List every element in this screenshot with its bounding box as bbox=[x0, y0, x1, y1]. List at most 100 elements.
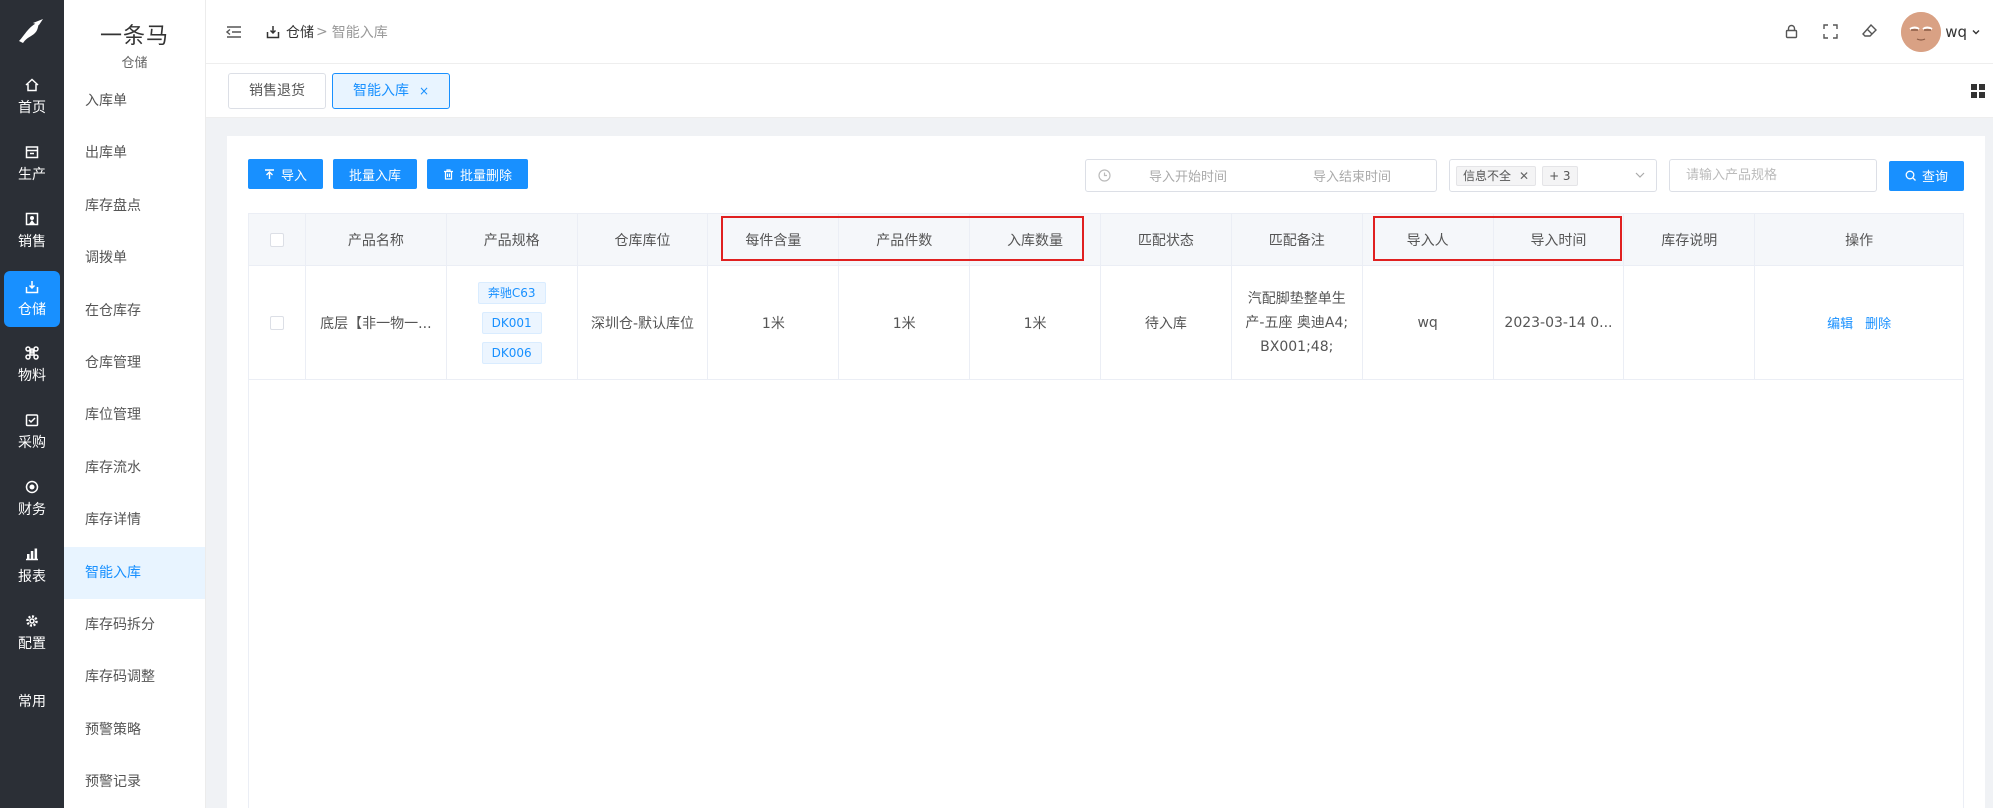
select-all-checkbox[interactable] bbox=[269, 232, 284, 247]
purchase-icon bbox=[25, 413, 39, 427]
spec-tag: DK006 bbox=[481, 341, 542, 364]
search-icon bbox=[1905, 170, 1916, 181]
edit-link[interactable]: 编辑 bbox=[1827, 313, 1853, 332]
start-date-input[interactable]: 导入开始时间 bbox=[1149, 166, 1279, 185]
status-chip: 信息不全 ✕ bbox=[1455, 165, 1537, 186]
breadcrumb-item[interactable]: 仓储 bbox=[286, 22, 314, 42]
select-all-cell bbox=[249, 214, 306, 265]
sidebar-item-code-adjust[interactable]: 库存码调整 bbox=[64, 651, 205, 703]
product-name: 底层【非一物一... bbox=[320, 315, 432, 332]
spec-tag: 奔驰C63 bbox=[477, 281, 546, 304]
cell-per-piece: 1米 bbox=[708, 266, 840, 379]
rail-item-materials[interactable]: 物料 bbox=[0, 332, 64, 399]
sidebar-item-outbound-order[interactable]: 出库单 bbox=[64, 127, 205, 179]
grid-icon[interactable] bbox=[1971, 84, 1985, 102]
cell-location: 深圳仓-默认库位 bbox=[578, 266, 709, 379]
query-button-label: 查询 bbox=[1921, 170, 1948, 185]
factory-icon bbox=[25, 145, 39, 159]
batch-delete-button[interactable]: 批量删除 bbox=[427, 159, 529, 189]
sidebar-item-location-mgmt[interactable]: 库位管理 bbox=[64, 389, 205, 441]
sidebar-item-alert-log[interactable]: 预警记录 bbox=[64, 756, 205, 808]
home-icon bbox=[25, 78, 39, 92]
rail-item-label: 常用 bbox=[18, 693, 46, 710]
rail-item-purchase[interactable]: 采购 bbox=[0, 399, 64, 466]
delete-link[interactable]: 删除 bbox=[1865, 313, 1891, 332]
batch-inbound-button[interactable]: 批量入库 bbox=[333, 159, 418, 189]
cell-actions: 编辑 删除 bbox=[1755, 266, 1963, 379]
query-button[interactable]: 查询 bbox=[1888, 160, 1964, 191]
batch-inbound-label: 批量入库 bbox=[349, 168, 402, 184]
sidebar-item-warehouse-mgmt[interactable]: 仓库管理 bbox=[64, 337, 205, 389]
brand-title: 一条马 bbox=[99, 24, 169, 49]
spec-search-input[interactable] bbox=[1668, 159, 1877, 192]
col-quantity: 入库数量 bbox=[970, 214, 1101, 265]
col-match-remark: 匹配备注 bbox=[1232, 214, 1363, 265]
rail-item-label: 生产 bbox=[18, 167, 46, 183]
warehouse-icon bbox=[25, 280, 39, 294]
rail-item-label: 物料 bbox=[18, 368, 46, 384]
user-menu[interactable]: wq bbox=[1901, 11, 1981, 52]
match-status-select[interactable]: 信息不全 ✕ + 3 bbox=[1448, 159, 1657, 192]
collapse-menu-icon[interactable] bbox=[226, 25, 246, 39]
row-checkbox[interactable] bbox=[269, 315, 284, 330]
end-date-input[interactable]: 导入结束时间 bbox=[1313, 166, 1391, 185]
finance-icon bbox=[25, 480, 39, 494]
rail-item-reports[interactable]: 报表 bbox=[0, 533, 64, 600]
table-row: 底层【非一物一... 奔驰C63 DK001 DK006 深圳仓-默认库位 1米… bbox=[249, 266, 1963, 380]
more-chip: + 3 bbox=[1542, 165, 1578, 186]
tab-smart-inbound[interactable]: 智能入库 × bbox=[332, 72, 451, 109]
cell-product-name: 底层【非一物一... bbox=[306, 266, 447, 379]
tab-label: 智能入库 bbox=[353, 82, 409, 99]
sidebar-item-stocktake[interactable]: 库存盘点 bbox=[64, 180, 205, 232]
breadcrumb-separator: > bbox=[316, 23, 328, 40]
col-stock-note: 库存说明 bbox=[1624, 214, 1756, 265]
chip-close-icon[interactable]: ✕ bbox=[1519, 169, 1529, 183]
sidebar-item-stock-flow[interactable]: 库存流水 bbox=[64, 442, 205, 494]
rail-item-production[interactable]: 生产 bbox=[0, 131, 64, 198]
clear-cache-icon[interactable] bbox=[1862, 24, 1878, 39]
status-chip-label: 信息不全 bbox=[1462, 168, 1511, 183]
sidebar-item-in-stock[interactable]: 在仓库存 bbox=[64, 285, 205, 337]
rail-item-label: 采购 bbox=[18, 435, 46, 451]
tab-label: 销售退货 bbox=[249, 82, 305, 99]
chevron-down-icon bbox=[1971, 23, 1981, 41]
sidebar-item-inbound-order[interactable]: 入库单 bbox=[64, 75, 205, 127]
import-time: 2023-03-14 0... bbox=[1504, 314, 1613, 331]
sidebar-item-alert-policy[interactable]: 预警策略 bbox=[64, 704, 205, 756]
cell-match-remark: 汽配脚垫整单生 产-五座 奥迪A4; BX001;48; bbox=[1232, 266, 1363, 379]
tab-sales-return[interactable]: 销售退货 bbox=[228, 72, 326, 109]
col-product-name: 产品名称 bbox=[306, 214, 447, 265]
tabs-bar: 销售退货 智能入库 × bbox=[206, 64, 1993, 118]
col-location: 仓库库位 bbox=[578, 214, 709, 265]
command-icon bbox=[25, 346, 39, 360]
sub-sidebar: 一条马 仓储 入库单 出库单 库存盘点 调拨单 在仓库存 仓库管理 库位管理 库… bbox=[64, 0, 206, 808]
sidebar-item-code-split[interactable]: 库存码拆分 bbox=[64, 599, 205, 651]
clock-icon bbox=[1098, 169, 1111, 182]
sidebar-item-stock-detail[interactable]: 库存详情 bbox=[64, 494, 205, 546]
close-icon[interactable]: × bbox=[419, 84, 429, 98]
gear-icon bbox=[25, 614, 39, 628]
cell-pieces: 1米 bbox=[839, 266, 971, 379]
rail-item-config[interactable]: 配置 bbox=[0, 600, 64, 667]
import-date-range[interactable]: 导入开始时间 导入结束时间 bbox=[1084, 159, 1437, 192]
col-product-spec: 产品规格 bbox=[447, 214, 578, 265]
upload-icon bbox=[265, 168, 274, 179]
rail-item-home[interactable]: 首页 bbox=[0, 64, 64, 131]
rail-item-sales[interactable]: 销售 bbox=[0, 198, 64, 265]
logo-icon bbox=[0, 0, 64, 64]
sidebar-item-transfer[interactable]: 调拨单 bbox=[64, 232, 205, 284]
import-button[interactable]: 导入 bbox=[248, 159, 324, 189]
rail-item-label: 报表 bbox=[18, 569, 46, 585]
rail-item-finance[interactable]: 财务 bbox=[0, 466, 64, 533]
col-match-status: 匹配状态 bbox=[1101, 214, 1232, 265]
main-card: 导入 批量入库 批量删除 导入开始时间 导入结束时间 信息不全 ✕ + 3 查询 bbox=[227, 136, 1985, 808]
trash-icon bbox=[444, 168, 454, 180]
sidebar-item-smart-inbound[interactable]: 智能入库 bbox=[64, 546, 205, 599]
rail-item-warehouse[interactable]: 仓储 bbox=[4, 271, 60, 327]
lock-icon[interactable] bbox=[1784, 24, 1799, 39]
username: wq bbox=[1945, 22, 1967, 41]
top-header: 仓储 > 智能入库 wq bbox=[206, 0, 1993, 64]
cell-match-status: 待入库 bbox=[1101, 266, 1232, 379]
fullscreen-icon[interactable] bbox=[1823, 24, 1838, 39]
rail-item-common[interactable]: 常用 bbox=[0, 667, 64, 734]
